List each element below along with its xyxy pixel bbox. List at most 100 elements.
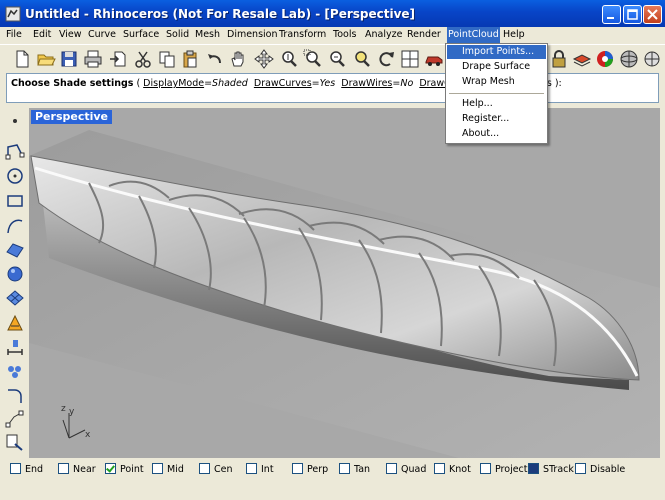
menu-surface[interactable]: Surface: [123, 28, 159, 42]
circle-icon[interactable]: [5, 166, 25, 186]
mesh-icon[interactable]: [5, 288, 25, 308]
option-displaymode[interactable]: DisplayMode: [143, 78, 204, 89]
viewport-title-tab[interactable]: Perspective: [31, 110, 113, 124]
menu-analyze[interactable]: Analyze: [365, 28, 402, 42]
menu-view[interactable]: View: [59, 28, 82, 42]
open-icon[interactable]: [36, 49, 56, 69]
menu-about[interactable]: About...: [447, 127, 546, 141]
checkbox-strack[interactable]: [528, 463, 539, 474]
menu-dimension[interactable]: Dimension: [227, 28, 278, 42]
transform-icon[interactable]: [5, 313, 25, 333]
menu-pointcloud-help[interactable]: Help...: [447, 97, 546, 111]
menu-separator: [449, 93, 544, 94]
lock-icon[interactable]: [549, 49, 569, 69]
menu-help[interactable]: Help: [503, 28, 525, 42]
render-sphere-icon[interactable]: [619, 49, 639, 69]
menu-mesh[interactable]: Mesh: [195, 28, 220, 42]
menu-register[interactable]: Register...: [447, 112, 546, 126]
standard-toolbar: [0, 44, 665, 73]
menu-transform[interactable]: Transform: [279, 28, 326, 42]
curve-icon[interactable]: [5, 216, 25, 236]
cut-icon[interactable]: [133, 49, 153, 69]
menu-render[interactable]: Render: [407, 28, 441, 42]
print-icon[interactable]: [83, 49, 103, 69]
pan-icon[interactable]: [228, 49, 248, 69]
menu-tools[interactable]: Tools: [333, 28, 356, 42]
import-icon[interactable]: [108, 49, 128, 69]
zoom-dynamic-icon[interactable]: [279, 49, 299, 69]
options-icon[interactable]: [642, 49, 662, 69]
osnap-cen[interactable]: Cen: [199, 463, 233, 477]
surface-icon[interactable]: [5, 240, 25, 260]
group-icon[interactable]: [5, 361, 25, 381]
save-icon[interactable]: [59, 49, 79, 69]
zoom-extents-icon[interactable]: [327, 49, 347, 69]
osnap-strack[interactable]: STrack: [528, 463, 574, 477]
menu-pointcloud[interactable]: PointCloud: [447, 27, 500, 43]
menu-bar: File Edit View Curve Surface Solid Mesh …: [0, 27, 665, 43]
color-wheel-icon[interactable]: [595, 49, 615, 69]
four-viewports-icon[interactable]: [400, 49, 420, 69]
osnap-disable[interactable]: Disable: [575, 463, 625, 477]
edit-points-icon[interactable]: [5, 409, 25, 429]
checkbox-disable[interactable]: [575, 463, 586, 474]
checkbox-knot[interactable]: [434, 463, 445, 474]
move-view-icon[interactable]: [254, 49, 274, 69]
menu-wrap-mesh[interactable]: Wrap Mesh: [447, 75, 546, 89]
zoom-window-icon[interactable]: [303, 49, 323, 69]
checkbox-point[interactable]: [105, 463, 116, 474]
checkbox-near[interactable]: [58, 463, 69, 474]
new-icon[interactable]: [12, 49, 32, 69]
checkbox-quad[interactable]: [386, 463, 397, 474]
perspective-viewport[interactable]: z y x Perspective: [29, 108, 660, 458]
rotate-view-icon[interactable]: [376, 49, 396, 69]
osnap-near[interactable]: Near: [58, 463, 96, 477]
command-prompt: Choose Shade settings: [11, 78, 134, 89]
menu-edit[interactable]: Edit: [33, 28, 51, 42]
zoom-selected-icon[interactable]: [352, 49, 372, 69]
car-icon[interactable]: [424, 49, 444, 69]
checkbox-int[interactable]: [246, 463, 257, 474]
copy-icon[interactable]: [157, 49, 177, 69]
menu-import-points[interactable]: Import Points...: [447, 45, 546, 59]
checkbox-mid[interactable]: [152, 463, 163, 474]
osnap-knot[interactable]: Knot: [434, 463, 471, 477]
layer-icon[interactable]: [572, 49, 592, 69]
fillet-icon[interactable]: [5, 385, 25, 405]
checkbox-tan[interactable]: [339, 463, 350, 474]
maximize-button[interactable]: [623, 5, 642, 24]
title-bar[interactable]: Untitled - Rhinoceros (Not For Resale La…: [0, 0, 665, 29]
axis-z-label: z: [61, 404, 66, 414]
window-title: Untitled - Rhinoceros (Not For Resale La…: [25, 7, 416, 21]
osnap-tan[interactable]: Tan: [339, 463, 370, 477]
menu-drape-surface[interactable]: Drape Surface: [447, 60, 546, 74]
polyline-icon[interactable]: [5, 141, 25, 161]
osnap-project[interactable]: Project: [480, 463, 528, 477]
analyze-icon[interactable]: [5, 432, 25, 452]
osnap-mid[interactable]: Mid: [152, 463, 184, 477]
point-icon[interactable]: [5, 115, 25, 127]
minimize-button[interactable]: [602, 5, 621, 24]
solid-icon[interactable]: [5, 264, 25, 284]
dimension-icon[interactable]: [5, 337, 25, 357]
checkbox-project[interactable]: [480, 463, 491, 474]
osnap-int[interactable]: Int: [246, 463, 274, 477]
menu-curve[interactable]: Curve: [88, 28, 116, 42]
osnap-point[interactable]: Point: [105, 463, 144, 477]
menu-solid[interactable]: Solid: [166, 28, 189, 42]
osnap-end[interactable]: End: [10, 463, 43, 477]
checkbox-cen[interactable]: [199, 463, 210, 474]
rectangle-icon[interactable]: [5, 191, 25, 211]
rhino-app-icon[interactable]: [5, 6, 21, 22]
osnap-perp[interactable]: Perp: [292, 463, 328, 477]
paste-icon[interactable]: [180, 49, 200, 69]
close-button[interactable]: [643, 5, 662, 24]
option-drawwires[interactable]: DrawWires: [341, 78, 392, 89]
checkbox-end[interactable]: [10, 463, 21, 474]
checkbox-perp[interactable]: [292, 463, 303, 474]
option-drawcurves[interactable]: DrawCurves: [254, 78, 312, 89]
undo-icon[interactable]: [205, 49, 225, 69]
menu-file[interactable]: File: [6, 28, 22, 42]
command-area[interactable]: Choose Shade settings ( DisplayMode=Shad…: [6, 73, 659, 103]
osnap-quad[interactable]: Quad: [386, 463, 426, 477]
